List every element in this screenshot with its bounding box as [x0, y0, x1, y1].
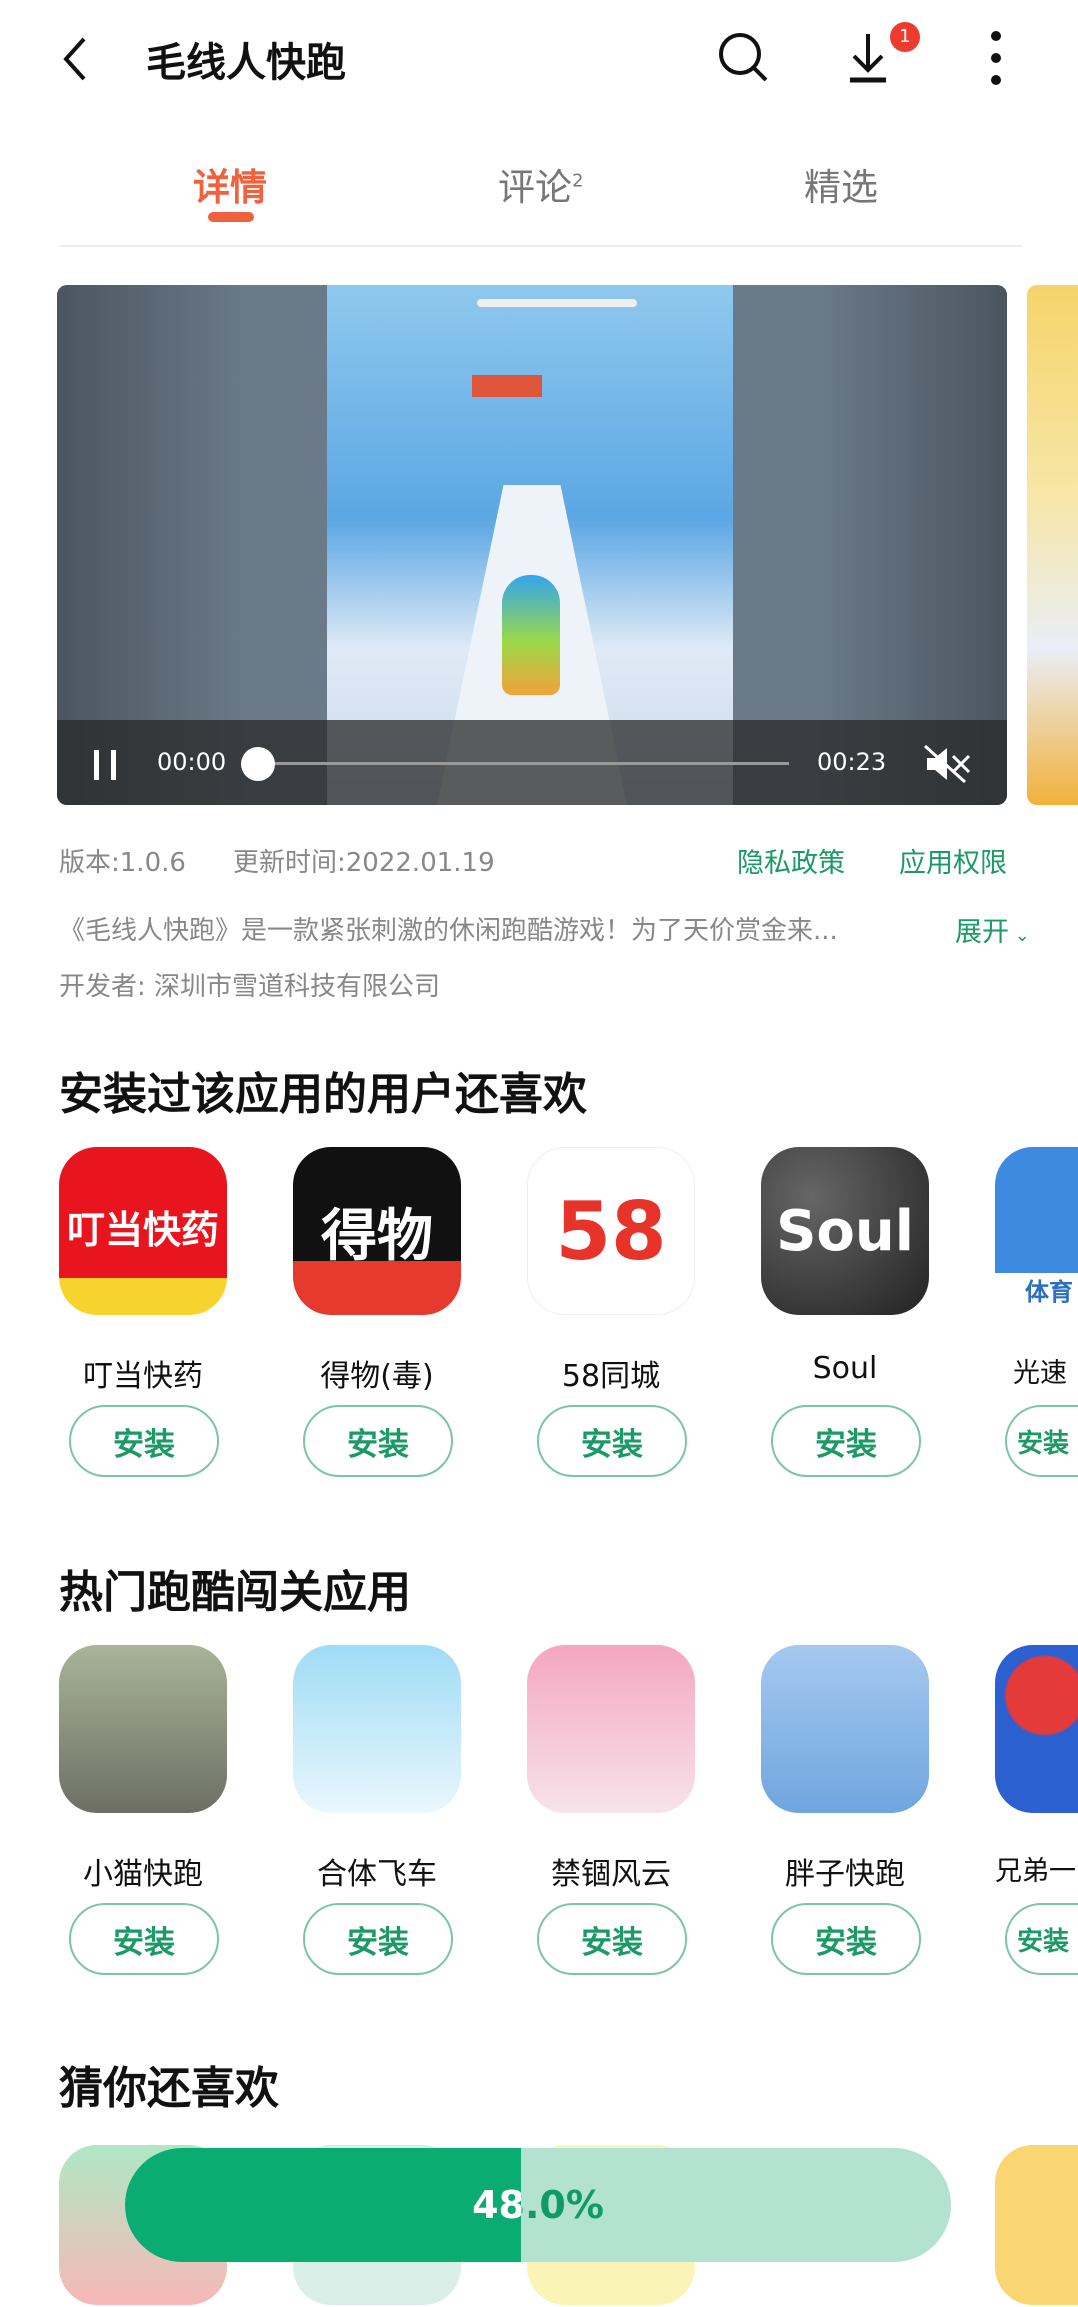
app-icon — [995, 2145, 1078, 2305]
app-item[interactable]: 小猫快跑 安装 — [59, 1645, 227, 1975]
install-button[interactable]: 安装 — [303, 1405, 453, 1477]
app-item[interactable]: 58 58同城安装 — [527, 1147, 695, 1477]
seek-bar[interactable] — [257, 762, 789, 765]
video-player[interactable]: 00:00 00:23 — [57, 285, 1007, 805]
page-title: 毛线人快跑 — [146, 40, 346, 86]
app-icon — [995, 1645, 1078, 1813]
app-icon: 体育 — [995, 1147, 1078, 1315]
icon-label: Soul — [776, 1198, 914, 1264]
chevron-down-icon: ⌄ — [1009, 925, 1030, 946]
app-name: 光速 — [1013, 1358, 1067, 1389]
active-tab-indicator — [208, 212, 254, 222]
app-icon: 叮当快药 — [59, 1147, 227, 1315]
app-icon — [527, 1645, 695, 1813]
install-button[interactable]: 安装 — [771, 1405, 921, 1477]
app-name: 禁锢风云 — [551, 1857, 671, 1892]
duration: 00:23 — [817, 748, 887, 776]
app-name: 小猫快跑 — [83, 1857, 203, 1892]
icon-label: 叮当快药 — [66, 1208, 219, 1253]
app-item[interactable]: 兄弟一安装 — [995, 1645, 1078, 1975]
more-icon[interactable] — [986, 28, 1006, 88]
app-item[interactable]: 得物得物(毒) 安装 — [293, 1147, 461, 1477]
app-icon: 58 — [527, 1147, 695, 1315]
search-icon[interactable] — [716, 30, 772, 86]
app-item[interactable]: 禁锢风云 安装 — [527, 1645, 695, 1975]
app-item[interactable]: 体育光速安装 — [995, 1147, 1078, 1477]
app-item[interactable]: 胖子快跑 安装 — [761, 1645, 929, 1975]
version: 版本:1.0.6 — [59, 848, 186, 878]
tab-label: 精选 — [804, 166, 878, 209]
divider — [59, 245, 1022, 247]
section-title: 热门跑酷闯关应用 — [59, 1567, 411, 1618]
app-name: 叮当快药 — [83, 1359, 203, 1394]
install-button[interactable]: 安装 — [1005, 1903, 1078, 1975]
description: 《毛线人快跑》是一款紧张刺激的休闲跑酷游戏！为了天价赏金来... — [59, 916, 838, 946]
install-button[interactable]: 安装 — [771, 1903, 921, 1975]
developer: 开发者: 深圳市雪道科技有限公司 — [59, 972, 441, 1002]
app-icon: 得物 — [293, 1147, 461, 1315]
tab-label: 评论 — [498, 166, 572, 209]
app-item[interactable]: 合体飞车 安装 — [293, 1645, 461, 1975]
install-button[interactable]: 安装 — [1005, 1405, 1078, 1477]
video-controls: 00:00 00:23 — [57, 720, 1007, 805]
download-badge: 1 — [890, 22, 920, 52]
app-name: 得物(毒) — [320, 1359, 434, 1394]
app-name: Soul — [812, 1351, 878, 1386]
tab-comments[interactable]: 评论2 — [498, 157, 583, 211]
app-icon: Soul — [761, 1147, 929, 1315]
install-button[interactable]: 安装 — [537, 1405, 687, 1477]
app-name: 合体飞车 — [317, 1857, 437, 1892]
install-button[interactable]: 安装 — [303, 1903, 453, 1975]
current-time: 00:00 — [157, 748, 227, 776]
install-button[interactable]: 安装 — [69, 1405, 219, 1477]
section-title: 安装过该应用的用户还喜欢 — [59, 1069, 587, 1120]
app-icon — [59, 1645, 227, 1813]
update-time: 更新时间:2022.01.19 — [233, 848, 495, 878]
icon-label: 58 — [555, 1184, 667, 1278]
comment-count: 2 — [572, 170, 584, 192]
app-row: 小猫快跑安装 合体飞车安装 禁锢风云安装 胖子快跑安装 兄弟一安装 — [59, 1645, 1078, 1985]
pause-icon[interactable] — [91, 748, 121, 782]
app-row: 叮当快药 叮当快药 安装 得物 得物(毒) 安装 58 58同城 安装 Soul Soul 安装… — [59, 1147, 1078, 1487]
privacy-policy-link[interactable]: 隐私政策 — [737, 841, 845, 880]
seek-handle[interactable] — [241, 747, 275, 781]
app-item[interactable]: 叮当快药 叮当快药 安装 — [59, 1147, 227, 1477]
app-icon — [293, 1645, 461, 1813]
icon-label: 得物 — [321, 1203, 433, 1269]
next-screenshot-thumbnail[interactable] — [1027, 285, 1078, 805]
download-progress-bar[interactable]: 48.0% 48.0% — [125, 2148, 951, 2262]
app-name: 58同城 — [561, 1359, 661, 1394]
permissions-link[interactable]: 应用权限 — [899, 841, 1007, 880]
mute-icon[interactable] — [923, 744, 973, 784]
tab-label: 详情 — [193, 166, 267, 209]
icon-label: 体育 — [1025, 1278, 1073, 1306]
app-icon — [761, 1645, 929, 1813]
install-button[interactable]: 安装 — [69, 1903, 219, 1975]
app-item[interactable]: Soul Soul 安装 — [761, 1147, 929, 1477]
tab-featured[interactable]: 精选 — [804, 157, 878, 211]
app-name: 兄弟一 — [995, 1856, 1076, 1887]
tab-details[interactable]: 详情 — [193, 157, 267, 211]
section-title: 猜你还喜欢 — [59, 2063, 279, 2114]
install-button[interactable]: 安装 — [537, 1903, 687, 1975]
expand-button[interactable]: 展开 ⌄ — [955, 910, 1030, 949]
back-icon[interactable] — [60, 36, 90, 82]
download-icon[interactable] — [846, 32, 890, 84]
expand-label: 展开 — [955, 917, 1009, 948]
app-name: 胖子快跑 — [785, 1857, 905, 1892]
